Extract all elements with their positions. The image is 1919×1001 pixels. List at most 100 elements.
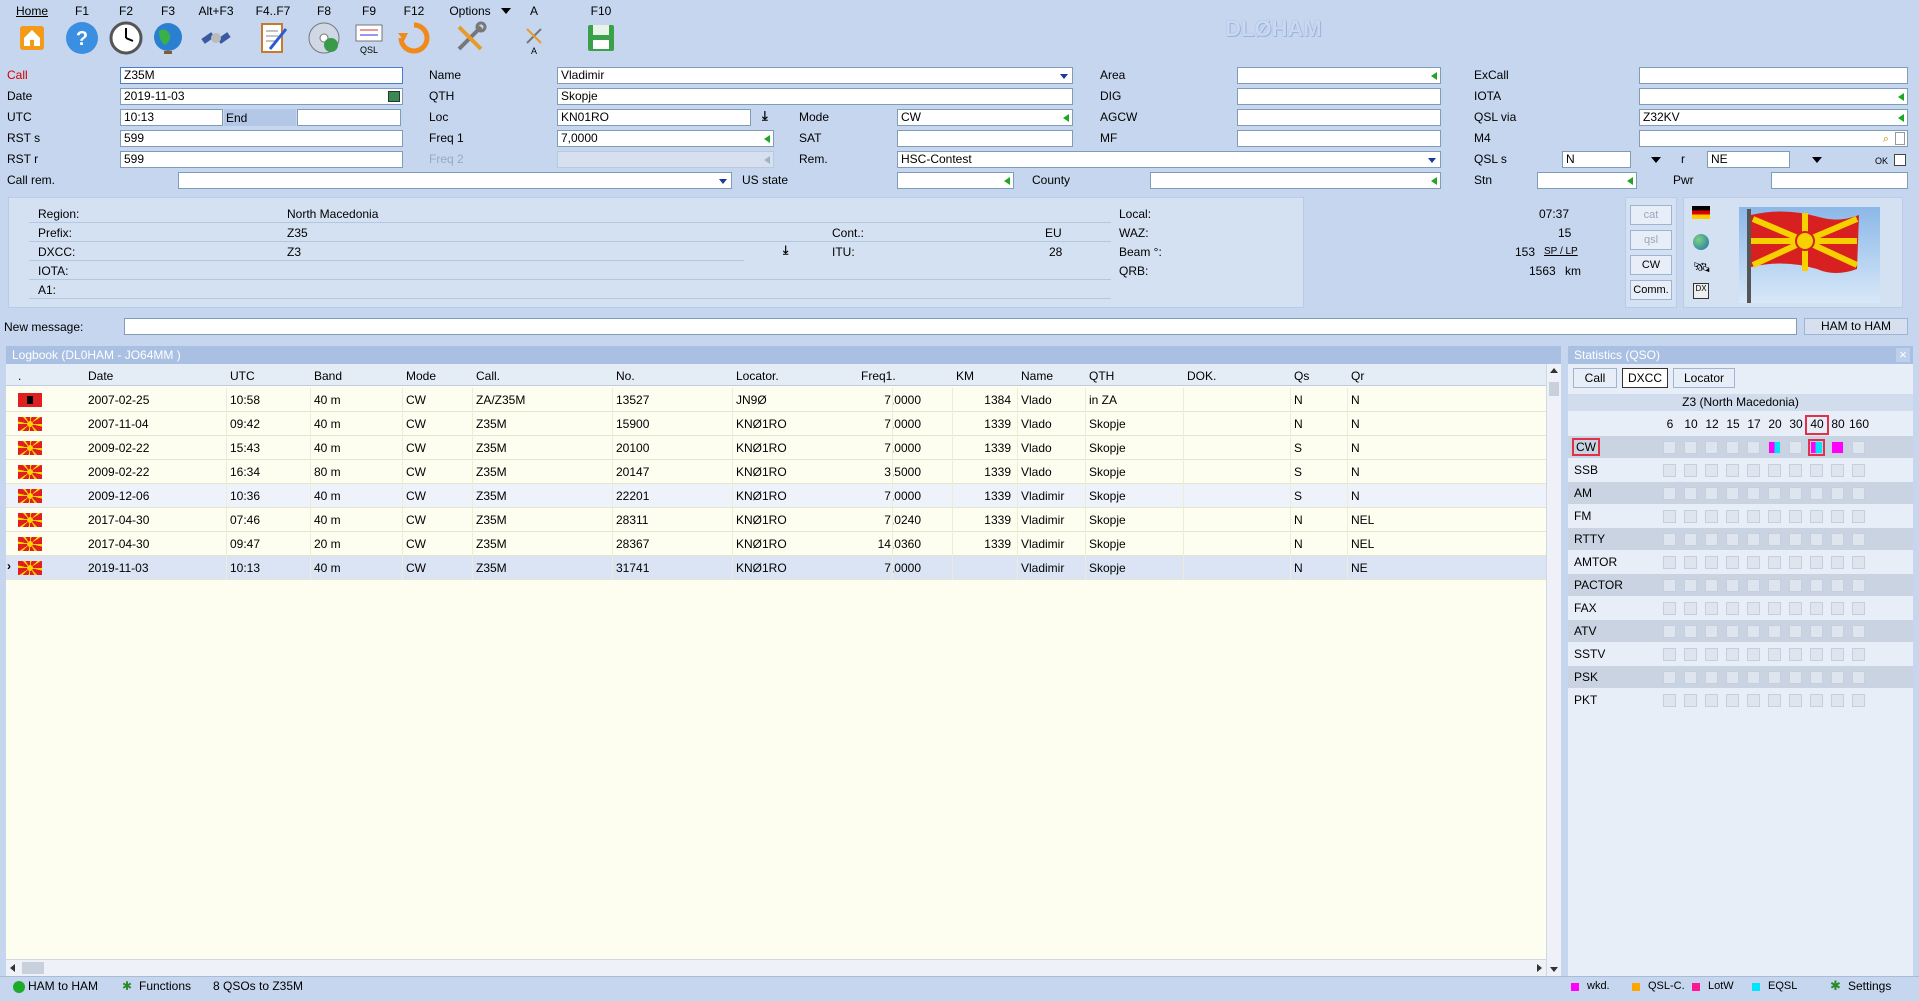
new-message-input[interactable] — [124, 318, 1797, 335]
band-cell[interactable] — [1726, 441, 1739, 454]
band-cell[interactable] — [1726, 533, 1739, 546]
band-cell[interactable] — [1726, 671, 1739, 684]
table-row[interactable]: 2009-02-22 15:43 40 m CW Z35M 20100 KNØ1RO 7,00… — [6, 436, 1546, 460]
tab-call[interactable]: Call — [1573, 368, 1617, 388]
band-cell[interactable] — [1684, 694, 1697, 707]
table-row[interactable]: 2009-12-06 10:36 40 m CW Z35M 22201 KNØ1RO 7,00… — [6, 484, 1546, 508]
band-cell[interactable] — [1726, 510, 1739, 523]
settings-icon[interactable]: ✱ — [1830, 978, 1841, 994]
band-cell[interactable] — [1810, 487, 1823, 500]
sat-input[interactable] — [897, 130, 1073, 147]
save-icon[interactable] — [583, 20, 619, 56]
band-cell[interactable] — [1789, 441, 1802, 454]
band-cell[interactable] — [1705, 694, 1718, 707]
scroll-right-icon[interactable] — [1537, 964, 1542, 972]
band-cell[interactable] — [1810, 694, 1823, 707]
band-cell[interactable] — [1810, 648, 1823, 661]
band-cell[interactable] — [1852, 487, 1865, 500]
band-cell[interactable] — [1726, 556, 1739, 569]
band-cell[interactable] — [1663, 579, 1676, 592]
band-cell[interactable] — [1663, 464, 1676, 477]
arrow-left-icon[interactable] — [1627, 177, 1633, 185]
band-cell[interactable] — [1789, 487, 1802, 500]
comm-button[interactable]: Comm. — [1630, 280, 1672, 300]
sp-lp-link[interactable]: SP / LP — [1544, 246, 1578, 257]
band-cell[interactable] — [1684, 625, 1697, 638]
excall-input[interactable] — [1639, 67, 1908, 84]
horizontal-scrollbar[interactable] — [6, 959, 1546, 976]
band-cell[interactable] — [1705, 625, 1718, 638]
band-cell[interactable] — [1789, 579, 1802, 592]
band-cell[interactable] — [1663, 694, 1676, 707]
ham-to-ham-status[interactable]: HAM to HAM — [28, 979, 98, 993]
band-cell[interactable] — [1726, 694, 1739, 707]
freq2-input[interactable] — [557, 151, 774, 168]
date-input[interactable]: 2019-11-03 — [120, 88, 403, 105]
arrow-left-icon[interactable] — [1898, 114, 1904, 122]
band-cell[interactable] — [1831, 625, 1844, 638]
mf-input[interactable] — [1237, 130, 1441, 147]
band-cell[interactable] — [1810, 602, 1823, 615]
qslr-input[interactable]: NE — [1707, 151, 1790, 168]
chevron-down-icon[interactable] — [1060, 74, 1068, 79]
area-input[interactable] — [1237, 67, 1441, 84]
satellite-icon[interactable] — [198, 20, 234, 56]
qsls-input[interactable]: N — [1562, 151, 1631, 168]
band-cell[interactable] — [1852, 602, 1865, 615]
band-cell[interactable] — [1684, 579, 1697, 592]
download-icon[interactable]: ⤓ — [762, 108, 768, 124]
band-cell[interactable] — [1789, 625, 1802, 638]
band-cell[interactable] — [1852, 510, 1865, 523]
band-cell[interactable] — [1705, 533, 1718, 546]
column-header[interactable]: QTH — [1089, 369, 1114, 383]
table-row[interactable]: 2009-02-22 16:34 80 m CW Z35M 20147 KNØ1RO 3,50… — [6, 460, 1546, 484]
arrow-left-icon[interactable] — [1004, 177, 1010, 185]
band-cell[interactable] — [1768, 602, 1781, 615]
band-cell[interactable] — [1663, 648, 1676, 661]
band-cell[interactable] — [1684, 487, 1697, 500]
chevron-down-icon[interactable] — [1812, 157, 1822, 163]
band-cell[interactable] — [1810, 671, 1823, 684]
agcw-input[interactable] — [1237, 109, 1441, 126]
band-cell[interactable] — [1747, 602, 1760, 615]
globe-icon[interactable] — [150, 20, 186, 56]
band-cell[interactable] — [1831, 556, 1844, 569]
m4-input[interactable]: ⌕ — [1639, 130, 1908, 147]
band-cell[interactable] — [1789, 671, 1802, 684]
band-cell[interactable] — [1684, 671, 1697, 684]
help-icon[interactable]: ? — [64, 20, 100, 56]
loc-input[interactable]: KN01RO — [557, 109, 751, 126]
band-cell[interactable] — [1684, 602, 1697, 615]
close-icon[interactable]: × — [1896, 348, 1910, 362]
notepad-icon[interactable] — [255, 20, 291, 56]
band-cell[interactable] — [1852, 694, 1865, 707]
end-input[interactable] — [297, 109, 401, 126]
rstr-input[interactable]: 599 — [120, 151, 403, 168]
band-cell[interactable] — [1852, 556, 1865, 569]
pwr-input[interactable] — [1771, 172, 1908, 189]
column-header[interactable]: Call. — [476, 369, 500, 383]
iota-input[interactable] — [1639, 88, 1908, 105]
band-cell[interactable] — [1705, 602, 1718, 615]
utc-input[interactable]: 10:13 — [120, 109, 223, 126]
stn-input[interactable] — [1537, 172, 1637, 189]
band-cell[interactable] — [1768, 648, 1781, 661]
functions-button[interactable]: Functions — [139, 979, 191, 993]
band-cell[interactable] — [1663, 510, 1676, 523]
band-cell[interactable] — [1684, 464, 1697, 477]
arrow-left-icon[interactable] — [764, 135, 770, 143]
ham-to-ham-send-button[interactable]: HAM to HAM — [1804, 318, 1908, 335]
band-cell[interactable] — [1831, 602, 1844, 615]
band-cell[interactable] — [1768, 487, 1781, 500]
band-cell[interactable] — [1852, 464, 1865, 477]
band-cell[interactable] — [1705, 510, 1718, 523]
band-cell[interactable] — [1768, 510, 1781, 523]
germany-flag-icon[interactable] — [1692, 206, 1710, 219]
band-cell[interactable] — [1726, 487, 1739, 500]
qsl-card-icon[interactable]: QSL — [351, 20, 387, 56]
band-cell[interactable] — [1789, 533, 1802, 546]
column-header[interactable]: Qr — [1351, 369, 1364, 383]
arrow-left-icon[interactable] — [1431, 177, 1437, 185]
arrow-left-icon[interactable] — [764, 156, 770, 164]
table-row[interactable]: 2017-04-30 09:47 20 m CW Z35M 28367 KNØ1RO 14,0… — [6, 532, 1546, 556]
